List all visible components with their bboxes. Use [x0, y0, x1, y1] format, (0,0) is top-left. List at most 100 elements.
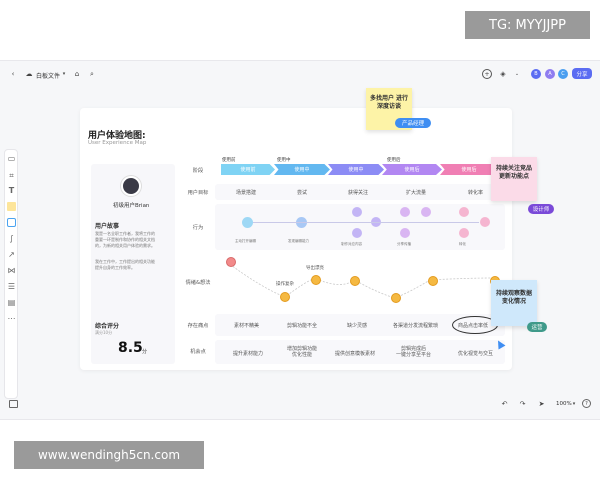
action-label: 制作对应内容: [341, 242, 362, 246]
chevron-down-icon[interactable]: ▾: [571, 400, 577, 407]
score-unit: 分: [142, 349, 148, 355]
emotion-curve: [226, 261, 496, 299]
back-icon[interactable]: ‹: [8, 69, 18, 79]
search-icon[interactable]: ⌕: [88, 70, 96, 78]
goal-text: 转化率: [468, 190, 484, 196]
sticky-tag[interactable]: 产品经理: [395, 118, 431, 128]
stage-chip: 使用中: [274, 164, 330, 175]
tool-rail: ▭ ⌗ T ∫ ↗ ⋈ ☰ ▤ ⋯: [4, 149, 18, 399]
emotion-face: [391, 293, 401, 303]
pointer-icon[interactable]: ➤: [537, 399, 546, 408]
stage-head: 使用后: [387, 158, 401, 163]
action-flow-line: [253, 222, 479, 223]
row-label-stage: 阶段: [192, 168, 204, 174]
sticky-note[interactable]: 持续关注竞品更新功能点: [491, 157, 537, 201]
pain-text: 商品点击率低: [458, 323, 489, 329]
table-icon[interactable]: ☰: [7, 282, 16, 291]
watermark-bottom: www.wendingh5cn.com: [14, 441, 204, 469]
opportunity-text: 提供创意模板素材: [335, 351, 376, 357]
file-name[interactable]: 白板文件: [36, 71, 60, 80]
tag-icon[interactable]: ⌂: [73, 70, 81, 78]
row-label-goal: 用户目标: [187, 190, 209, 196]
avatar: [121, 176, 141, 196]
emotion-label: 导出漂亮: [306, 266, 324, 271]
score-value: 8.5: [118, 340, 143, 356]
watermark-top: TG: MYYJJPP: [465, 11, 590, 39]
goal-text: 获得关注: [348, 190, 369, 196]
opportunity-text: 提升素材能力: [233, 351, 264, 357]
stage-chip: 使用后: [440, 164, 498, 175]
chevron-down-icon[interactable]: ▾: [61, 70, 67, 78]
row-label-action: 行为: [192, 225, 204, 231]
emotion-face: [311, 275, 321, 285]
minimap-icon[interactable]: [9, 400, 18, 408]
mindmap-icon[interactable]: ⋈: [7, 266, 16, 275]
action-label: 转化: [459, 242, 466, 246]
pain-text: 素材不精美: [234, 323, 260, 329]
action-icon: [421, 207, 431, 217]
story-line: 提升自身的工作效率。: [95, 265, 135, 270]
persona-name: 初级用户Brian: [113, 203, 150, 209]
redo-icon[interactable]: ↷: [518, 399, 527, 408]
help-icon[interactable]: ?: [582, 399, 591, 408]
pain-text: 各渠道分发流程繁琐: [393, 323, 439, 329]
add-icon[interactable]: +: [482, 69, 492, 79]
page-subtitle: User Experience Map: [88, 140, 147, 146]
stage-head: 使用中: [277, 158, 291, 163]
text-icon[interactable]: T: [7, 186, 16, 195]
cloud-icon: ☁: [25, 70, 33, 78]
shape-icon[interactable]: [7, 218, 16, 227]
template-icon[interactable]: ▤: [7, 298, 16, 307]
action-icon: [480, 217, 490, 227]
pain-text: 缺少灵感: [347, 323, 368, 329]
connector-icon[interactable]: ↗: [7, 250, 16, 259]
action-icon: [459, 207, 469, 217]
action-label: 分享传播: [397, 242, 411, 246]
action-icon: [352, 228, 362, 238]
undo-icon[interactable]: ↶: [500, 399, 509, 408]
avatar[interactable]: A: [545, 69, 555, 79]
score-label: 综合评分: [95, 323, 120, 330]
avatar[interactable]: B: [531, 69, 541, 79]
action-icon: [242, 217, 253, 228]
sticky-tag[interactable]: 设计师: [528, 204, 554, 214]
sticky-tag[interactable]: 运营: [527, 322, 547, 332]
sticky-note[interactable]: 持续观察数据变化情况: [491, 280, 537, 326]
row-label-opportunity: 机会点: [190, 349, 206, 355]
emotion-label: 操作复杂: [276, 282, 294, 287]
score-sub: 满分10分: [95, 330, 113, 335]
stage-chip: 使用后: [382, 164, 442, 175]
action-label: 发现编辑能力: [288, 239, 309, 243]
avatar[interactable]: C: [558, 69, 568, 79]
sticky-note-icon[interactable]: [7, 202, 16, 211]
goal-text: 场景搭建: [236, 190, 257, 196]
emotion-face: [428, 276, 438, 286]
emotion-face: [280, 292, 290, 302]
action-label: 主动打开编辑: [235, 239, 256, 243]
emotion-line: [226, 261, 496, 299]
goal-text: 尝试: [297, 190, 308, 196]
chevron-down-icon[interactable]: ⌄: [513, 70, 521, 78]
more-icon[interactable]: ⋯: [7, 314, 16, 323]
action-icon: [400, 207, 410, 217]
opportunity-text: 增加剪辑功能 优化性能: [287, 346, 318, 358]
share-button[interactable]: 分享: [572, 68, 592, 79]
zoom-level[interactable]: 100%: [556, 401, 572, 407]
action-icon: [400, 228, 410, 238]
goal-text: 扩大流量: [406, 190, 427, 196]
opportunity-text: 优化视觉与交互: [458, 351, 494, 357]
emotion-face: [226, 257, 236, 267]
action-icon: [459, 228, 469, 238]
emotion-face: [350, 276, 360, 286]
stage-chip: 使用中: [328, 164, 384, 175]
stage-head: 使用前: [222, 158, 236, 163]
story-line: 的，为新的相关用户体验的需求。: [95, 243, 155, 248]
frame-icon[interactable]: ▭: [7, 154, 16, 163]
stage-chip: 使用前: [221, 164, 275, 175]
layers-icon[interactable]: ◈: [498, 69, 508, 79]
pen-icon[interactable]: ∫: [7, 234, 16, 243]
pain-text: 剪辑功能不全: [287, 323, 318, 329]
crop-icon[interactable]: ⌗: [7, 171, 16, 180]
row-label-pain: 存在痛点: [187, 323, 209, 329]
story-title: 用户故事: [95, 223, 120, 230]
